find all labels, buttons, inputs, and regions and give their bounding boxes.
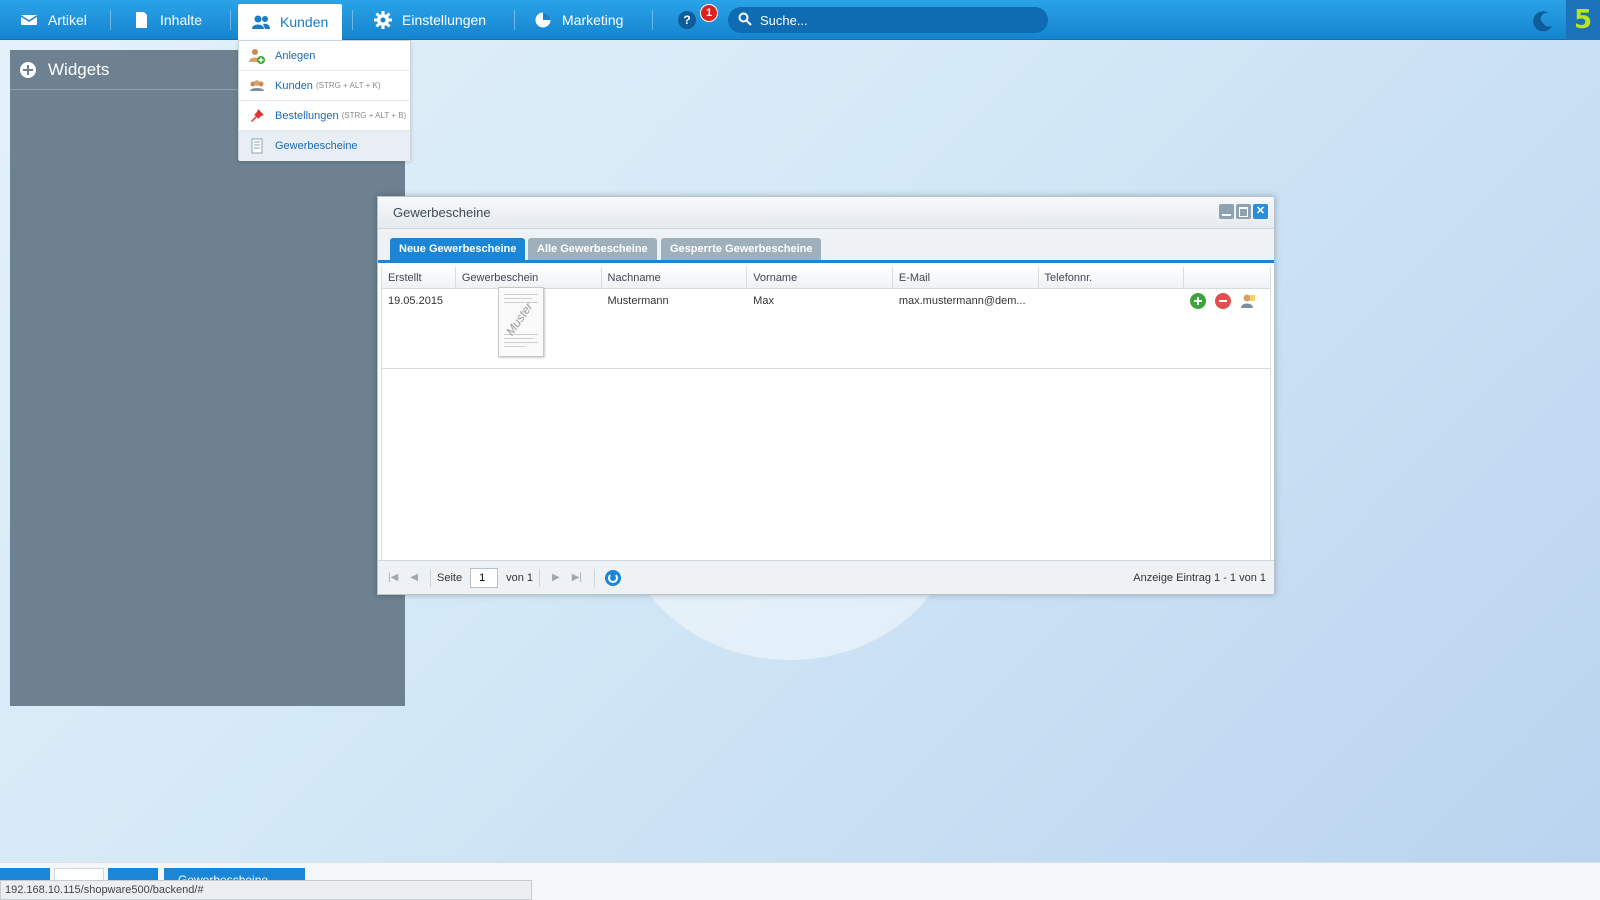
prev-page-icon[interactable]: ◀ <box>410 572 418 583</box>
column-gewerbeschein[interactable]: Gewerbeschein <box>456 267 602 289</box>
menu-item-anlegen[interactable]: Anlegen <box>239 41 410 71</box>
pager-divider <box>594 568 595 587</box>
window-titlebar[interactable]: Gewerbescheine ✕ <box>378 197 1274 229</box>
add-widget-icon[interactable] <box>20 61 36 78</box>
minimize-button[interactable] <box>1219 204 1234 219</box>
thumb-stamp: Muster <box>502 299 536 339</box>
nav-marketing[interactable]: Marketing <box>520 0 637 40</box>
nav-kunden[interactable]: Kunden <box>238 4 342 40</box>
nav-artikel[interactable]: Artikel <box>6 0 101 40</box>
gewerbescheine-grid: Erstellt Gewerbeschein Nachname Vorname … <box>381 267 1271 560</box>
artikel-icon <box>20 11 38 29</box>
tab-alle-gewerbescheine[interactable]: Alle Gewerbescheine <box>528 238 657 260</box>
cell-email: max.mustermann@dem... <box>898 295 1026 307</box>
add-customer-icon <box>249 48 265 64</box>
first-page-icon[interactable]: |◀ <box>388 572 398 583</box>
notification-badge[interactable]: 1 <box>700 4 718 22</box>
column-vorname[interactable]: Vorname <box>747 267 893 289</box>
cell-nachname: Mustermann <box>607 295 669 307</box>
nav-divider <box>230 10 231 30</box>
document-icon <box>249 138 265 154</box>
tab-bar: Neue Gewerbescheine Alle Gewerbescheine … <box>378 229 1274 263</box>
page-label: Seite <box>437 571 463 584</box>
page-number-input[interactable] <box>470 567 499 588</box>
decline-icon[interactable] <box>1215 293 1232 309</box>
close-button[interactable]: ✕ <box>1253 204 1268 219</box>
next-page-icon[interactable]: ▶ <box>552 572 560 583</box>
gewerbescheine-window: Gewerbescheine ✕ Neue Gewerbescheine All… <box>377 196 1275 595</box>
pie-chart-icon <box>534 11 552 29</box>
tab-gesperrte-gewerbescheine[interactable]: Gesperrte Gewerbescheine <box>661 238 822 260</box>
browser-status-url: 192.168.10.115/shopware500/backend/# <box>0 880 532 900</box>
shopware-logo-icon <box>1530 8 1556 34</box>
accept-icon[interactable] <box>1190 293 1207 309</box>
cell-telefon <box>1039 289 1185 368</box>
pager-divider <box>539 568 540 587</box>
refresh-icon[interactable] <box>605 569 621 586</box>
maximize-button[interactable] <box>1236 204 1251 219</box>
license-thumbnail[interactable]: Muster <box>497 287 544 357</box>
paging-toolbar: |◀ ◀ Seite von 1 ▶ ▶| Anzeige Eintrag 1 … <box>378 560 1274 594</box>
main-menu-bar: Artikel Inhalte Kunden Einstellungen Mar… <box>0 0 1600 40</box>
column-actions <box>1184 267 1270 289</box>
tab-neue-gewerbescheine[interactable]: Neue Gewerbescheine <box>390 238 526 260</box>
column-telefon[interactable]: Telefonnr. <box>1039 267 1185 289</box>
shopware-5-logo: 5 <box>1566 0 1600 40</box>
nav-artikel-label: Artikel <box>48 12 87 28</box>
nav-divider <box>652 10 653 30</box>
menu-item-gewerbescheine[interactable]: Gewerbescheine <box>239 131 410 161</box>
customers-icon <box>249 78 265 94</box>
page-count-label: von 1 <box>506 571 533 584</box>
customer-detail-icon[interactable] <box>1240 293 1256 309</box>
menu-item-shortcut: (STRG + ALT + B) <box>341 111 407 120</box>
kunden-dropdown-menu: Anlegen Kunden (STRG + ALT + K) Bestellu… <box>238 40 411 161</box>
cell-actions <box>1184 289 1270 368</box>
help-button[interactable]: ? <box>678 11 696 29</box>
menu-item-label: Bestellungen <box>275 109 339 122</box>
nav-divider <box>110 10 111 30</box>
menu-item-label: Anlegen <box>275 49 316 62</box>
paging-info: Anzeige Eintrag 1 - 1 von 1 <box>1133 571 1266 584</box>
menu-item-label: Gewerbescheine <box>275 140 358 152</box>
cell-vorname: Max <box>753 295 774 307</box>
nav-kunden-label: Kunden <box>280 14 329 30</box>
search-icon <box>738 12 752 29</box>
menu-item-kunden[interactable]: Kunden (STRG + ALT + K) <box>239 71 410 101</box>
nav-divider <box>352 10 353 30</box>
nav-einstellungen[interactable]: Einstellungen <box>360 0 500 40</box>
nav-einstellungen-label: Einstellungen <box>402 12 487 28</box>
nav-inhalte-label: Inhalte <box>160 12 203 28</box>
last-page-icon[interactable]: ▶| <box>572 572 582 583</box>
menu-item-shortcut: (STRG + ALT + K) <box>315 81 381 90</box>
search-box[interactable] <box>728 7 1048 33</box>
pin-icon <box>249 108 265 124</box>
kunden-icon <box>252 13 270 31</box>
grid-header: Erstellt Gewerbeschein Nachname Vorname … <box>382 267 1270 289</box>
nav-marketing-label: Marketing <box>562 12 624 28</box>
gear-icon <box>374 11 392 29</box>
menu-item-label: Kunden <box>275 79 313 92</box>
menu-item-bestellungen[interactable]: Bestellungen (STRG + ALT + B) <box>239 101 410 131</box>
widgets-title: Widgets <box>48 59 110 79</box>
inhalte-icon <box>132 11 150 29</box>
cell-gewerbeschein: Muster <box>456 287 602 368</box>
pager-divider <box>430 568 431 587</box>
nav-inhalte[interactable]: Inhalte <box>118 0 216 40</box>
column-nachname[interactable]: Nachname <box>602 267 748 289</box>
nav-divider <box>514 10 515 30</box>
window-title: Gewerbescheine <box>393 205 491 220</box>
column-email[interactable]: E-Mail <box>893 267 1039 289</box>
table-row[interactable]: 19.05.2015 Muster Mustermann Max max.mus… <box>382 287 1270 369</box>
cell-erstellt: 19.05.2015 <box>388 295 444 307</box>
column-erstellt[interactable]: Erstellt <box>382 267 456 289</box>
search-input[interactable] <box>760 12 1030 28</box>
